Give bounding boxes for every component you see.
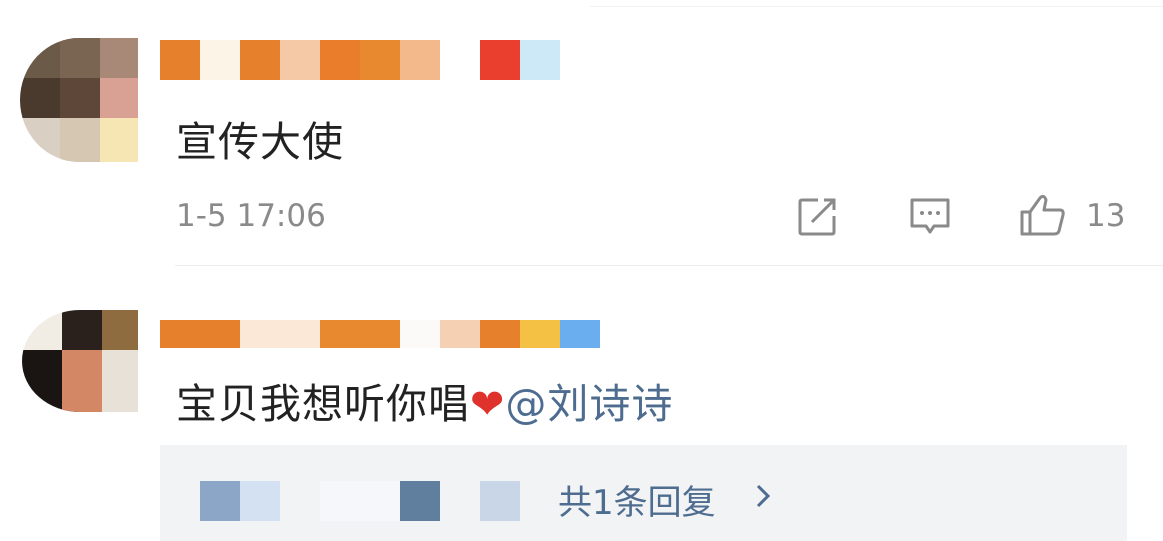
username-censored[interactable] — [160, 40, 560, 80]
comment-text: 宣传大使 — [176, 118, 344, 166]
mention-link[interactable]: @刘诗诗 — [505, 380, 673, 428]
top-divider — [590, 6, 1163, 7]
comment-divider — [175, 265, 1163, 266]
reply-summary-box[interactable]: 共1条回复 — [160, 445, 1127, 541]
comment-text: 宝贝我想听你唱❤@刘诗诗 — [176, 370, 673, 430]
heart-emoji: ❤ — [470, 380, 506, 428]
comment-timestamp: 1-5 17:06 — [176, 198, 326, 234]
avatar[interactable] — [20, 38, 138, 162]
comment-body: 宝贝我想听你唱 — [176, 380, 470, 428]
avatar[interactable] — [22, 310, 138, 412]
username-censored[interactable] — [160, 320, 600, 348]
like-icon[interactable] — [1018, 192, 1068, 238]
share-icon[interactable] — [796, 196, 838, 238]
like-count: 13 — [1086, 198, 1126, 234]
chevron-right-icon[interactable] — [752, 481, 776, 511]
comment-icon[interactable] — [908, 196, 952, 238]
reply-count-link[interactable]: 共1条回复 — [558, 475, 716, 524]
